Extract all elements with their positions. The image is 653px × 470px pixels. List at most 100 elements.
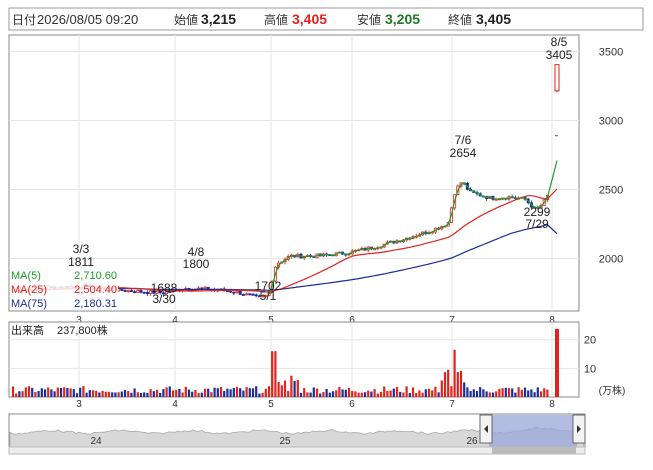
candle-body: [554, 64, 560, 92]
volume-bar: [290, 375, 293, 397]
volume-bar: [440, 380, 443, 397]
volume-bar: [27, 386, 31, 397]
open-label: 始値: [174, 12, 198, 27]
volume-title: 出来高: [11, 323, 44, 337]
volume-bar: [184, 386, 187, 397]
volume-bar: [235, 386, 239, 397]
candle-body: [139, 290, 143, 293]
volume-bar: [210, 392, 213, 397]
volume-bar: [501, 388, 504, 397]
volume-bar: [495, 391, 498, 397]
volume-bar: [40, 388, 43, 397]
volume-bar: [149, 389, 152, 397]
volume-bar: [264, 388, 267, 397]
volume-bar: [312, 387, 315, 397]
volume-bar: [95, 390, 98, 397]
candle-body: [232, 291, 236, 294]
ma-legend-value: 2,180.31: [74, 298, 117, 310]
volume-bar: [360, 392, 363, 397]
annotation-value: 1800: [183, 257, 210, 271]
volume-bar: [546, 389, 549, 397]
volume-bar: [296, 379, 299, 397]
volume-bar: [267, 386, 271, 397]
high-value: 3,405: [292, 11, 327, 27]
volume-x-tick-label: 5: [268, 399, 274, 410]
volume-bar: [536, 387, 539, 397]
navigator-left-handle[interactable]: [479, 414, 493, 444]
price-y-tick-label: 3500: [599, 47, 623, 59]
volume-bar: [165, 387, 168, 397]
ma-legend-value: 2,710.60: [74, 270, 117, 282]
volume-bar: [383, 386, 386, 397]
volume-bar: [216, 388, 219, 397]
volume-bar: [344, 389, 347, 397]
volume-bar: [306, 392, 309, 397]
volume-bar: [56, 387, 59, 397]
volume-bar: [418, 390, 421, 397]
ma-legend-name: MA(75): [11, 298, 47, 310]
volume-bar: [223, 390, 226, 397]
volume-bar: [258, 393, 261, 397]
candle-body: [225, 290, 229, 293]
volume-bar: [431, 390, 434, 397]
navigator-x-tick-label: 26: [466, 436, 478, 447]
volume-bar: [447, 369, 450, 397]
volume-bar: [514, 392, 517, 397]
volume-bar: [207, 388, 210, 397]
annotation-date: 7/29: [525, 217, 549, 231]
low-value: 3,205: [385, 11, 420, 27]
annotation-value: 1688: [151, 281, 178, 295]
candle-body: [254, 294, 258, 297]
volume-bar: [53, 391, 56, 397]
volume-bar: [527, 390, 530, 397]
navigator-right-handle[interactable]: [572, 414, 586, 444]
candle-body: [241, 294, 245, 296]
volume-bar: [117, 392, 120, 397]
volume-bar: [482, 389, 485, 397]
open-value: 3,215: [201, 11, 236, 27]
candle-body: [229, 290, 233, 293]
close-label: 終値: [448, 12, 472, 27]
volume-bar: [373, 389, 376, 397]
candle-body: [203, 286, 207, 289]
ma-legend-name: MA(25): [11, 284, 47, 296]
navigator-x-tick-label: 25: [279, 436, 291, 447]
navigator-scroll-thumb[interactable]: [492, 447, 576, 454]
volume-bar: [123, 389, 127, 397]
volume-bar: [443, 372, 447, 397]
annotation-value: 2654: [450, 146, 477, 160]
volume-bar: [491, 392, 495, 397]
volume-bar: [251, 388, 255, 397]
volume-bar: [34, 392, 37, 397]
candle-body: [123, 289, 127, 292]
candle-body: [235, 290, 239, 293]
volume-x-tick-label: 7: [449, 399, 455, 410]
volume-bar: [459, 370, 463, 397]
volume-bar: [347, 387, 351, 397]
volume-bar: [309, 392, 312, 397]
volume-bar: [434, 386, 437, 397]
volume-bar: [152, 391, 155, 397]
volume-bar: [168, 386, 171, 397]
volume-bar: [299, 392, 303, 397]
volume-bar: [351, 390, 354, 397]
volume-bar: [197, 393, 200, 397]
ma-legend-name: MA(5): [11, 270, 41, 282]
volume-bar: [101, 390, 104, 397]
volume-bar: [136, 392, 139, 397]
volume-bar: [341, 389, 344, 397]
volume-bar: [303, 388, 306, 397]
volume-bar: [523, 387, 527, 397]
volume-bar: [402, 392, 405, 397]
volume-bar: [424, 389, 427, 397]
candle-body: [145, 292, 149, 295]
volume-bar: [11, 386, 15, 397]
volume-bar: [421, 392, 424, 397]
volume-bar: [187, 389, 191, 397]
volume-bar: [479, 387, 482, 397]
volume-bar: [37, 390, 40, 397]
volume-bar: [520, 389, 523, 397]
volume-bar: [485, 391, 488, 397]
volume-bar: [328, 392, 331, 397]
annotation-value: 3405: [546, 48, 573, 62]
